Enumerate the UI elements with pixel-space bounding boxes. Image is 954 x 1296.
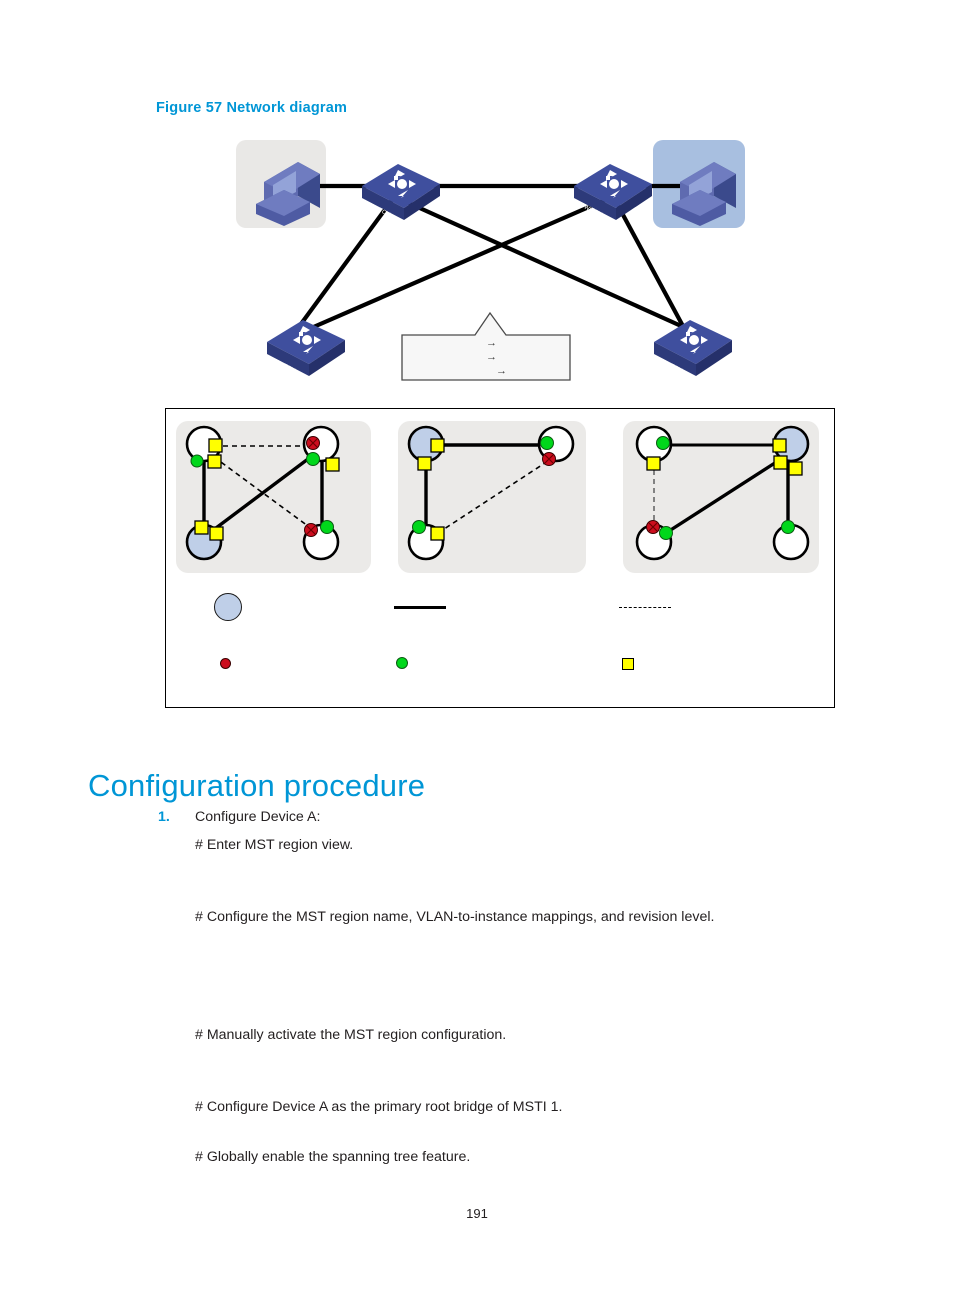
msti1-green-port-a [190, 454, 204, 468]
edge3-n3-n2 [665, 459, 779, 535]
msti1-yellow-port-b [207, 454, 222, 469]
page-root: { "figure": { "caption": "Figure 57 Netw… [0, 0, 954, 1296]
callout-arrow-2: → [486, 351, 497, 363]
msti2-yellow-port-a [430, 438, 445, 453]
msti3-yellow-port-b [772, 438, 787, 453]
sw-bottom-left-icon: SWITCH [267, 320, 345, 376]
callout-arrow-3: → [496, 365, 507, 377]
msti3-green-port-b [659, 526, 673, 540]
legend-dashed-line-icon [619, 607, 671, 608]
msti1-yellow-port-c [325, 457, 340, 472]
legend-blocked-port-icon [220, 658, 231, 669]
sw-bottom-right-icon: SWITCH [654, 320, 732, 376]
body-line-configure-device-a: Configure Device A: [195, 809, 321, 825]
callout-arrow-1: → [486, 337, 497, 349]
sw-top-right-icon: SWITCH [574, 164, 652, 220]
step-number: 1. [158, 809, 170, 825]
body-line-enable-spanning-tree: # Globally enable the spanning tree feat… [195, 1149, 471, 1165]
msti1-green-port-b [306, 452, 320, 466]
topology-links-layer: SWITCH SWITCH SWITCH SWITCH → → → [256, 162, 736, 381]
msti1-yellow-port-e [209, 526, 224, 541]
legend-root-bridge-icon [214, 593, 242, 621]
body-line-activate-region: # Manually activate the MST region confi… [195, 1027, 507, 1043]
link-sw-top-left-sw-bottom-left [296, 198, 394, 330]
page-title: Configuration procedure [88, 767, 426, 803]
figure-caption: Figure 57 Network diagram [156, 100, 348, 116]
msti1-green-port-c [320, 520, 334, 534]
msti3-yellow-port-a [646, 456, 661, 471]
msti-panel-3 [635, 425, 810, 561]
msti-panel-2 [407, 425, 575, 561]
body-line-enter-mst-region-view: # Enter MST region view. [195, 837, 354, 853]
msti3-green-port-a [656, 436, 670, 450]
edge2-n3-n2 [437, 458, 552, 534]
msti2-yellow-port-c [430, 526, 445, 541]
msti1-red-port-a [306, 436, 320, 450]
body-line-configure-region-name: # Configure the MST region name, VLAN-to… [195, 909, 715, 925]
body-line-primary-root-bridge: # Configure Device A as the primary root… [195, 1099, 563, 1115]
pc-right-icon [672, 162, 736, 226]
msti-graphs-layer [185, 425, 810, 561]
msti1-red-port-b [304, 523, 318, 537]
edge-n3-n2 [210, 457, 310, 533]
msti-panel-1 [185, 425, 340, 561]
msti3-green-port-c [781, 520, 795, 534]
pc-left-icon [256, 162, 320, 226]
legend-green-port-icon [396, 657, 408, 669]
msti2-yellow-port-b [417, 456, 432, 471]
msti2-red-port-a [542, 452, 556, 466]
msti-legend-box [165, 408, 835, 708]
link-group [296, 183, 695, 334]
link-sw-top-right-sw-bottom-left [301, 198, 606, 334]
network-topology-diagram: SWITCH SWITCH SWITCH SWITCH → → → [150, 128, 810, 406]
legend-solid-line-icon [394, 606, 446, 609]
msti2-green-port-b [412, 520, 426, 534]
msti3-yellow-port-c [773, 455, 788, 470]
link-sw-top-left-sw-bottom-right [401, 198, 691, 332]
legend-yellow-port-icon [622, 658, 634, 670]
msti2-green-port-a [540, 436, 554, 450]
msti1-yellow-port-a [208, 438, 223, 453]
page-number: 191 [466, 1206, 488, 1221]
msti1-yellow-port-d [194, 520, 209, 535]
link-sw-top-right-sw-bottom-right [613, 199, 686, 329]
msti3-yellow-port-d [788, 461, 803, 476]
callout-box: → → → [401, 311, 571, 381]
msti3-red-port-a [646, 520, 660, 534]
